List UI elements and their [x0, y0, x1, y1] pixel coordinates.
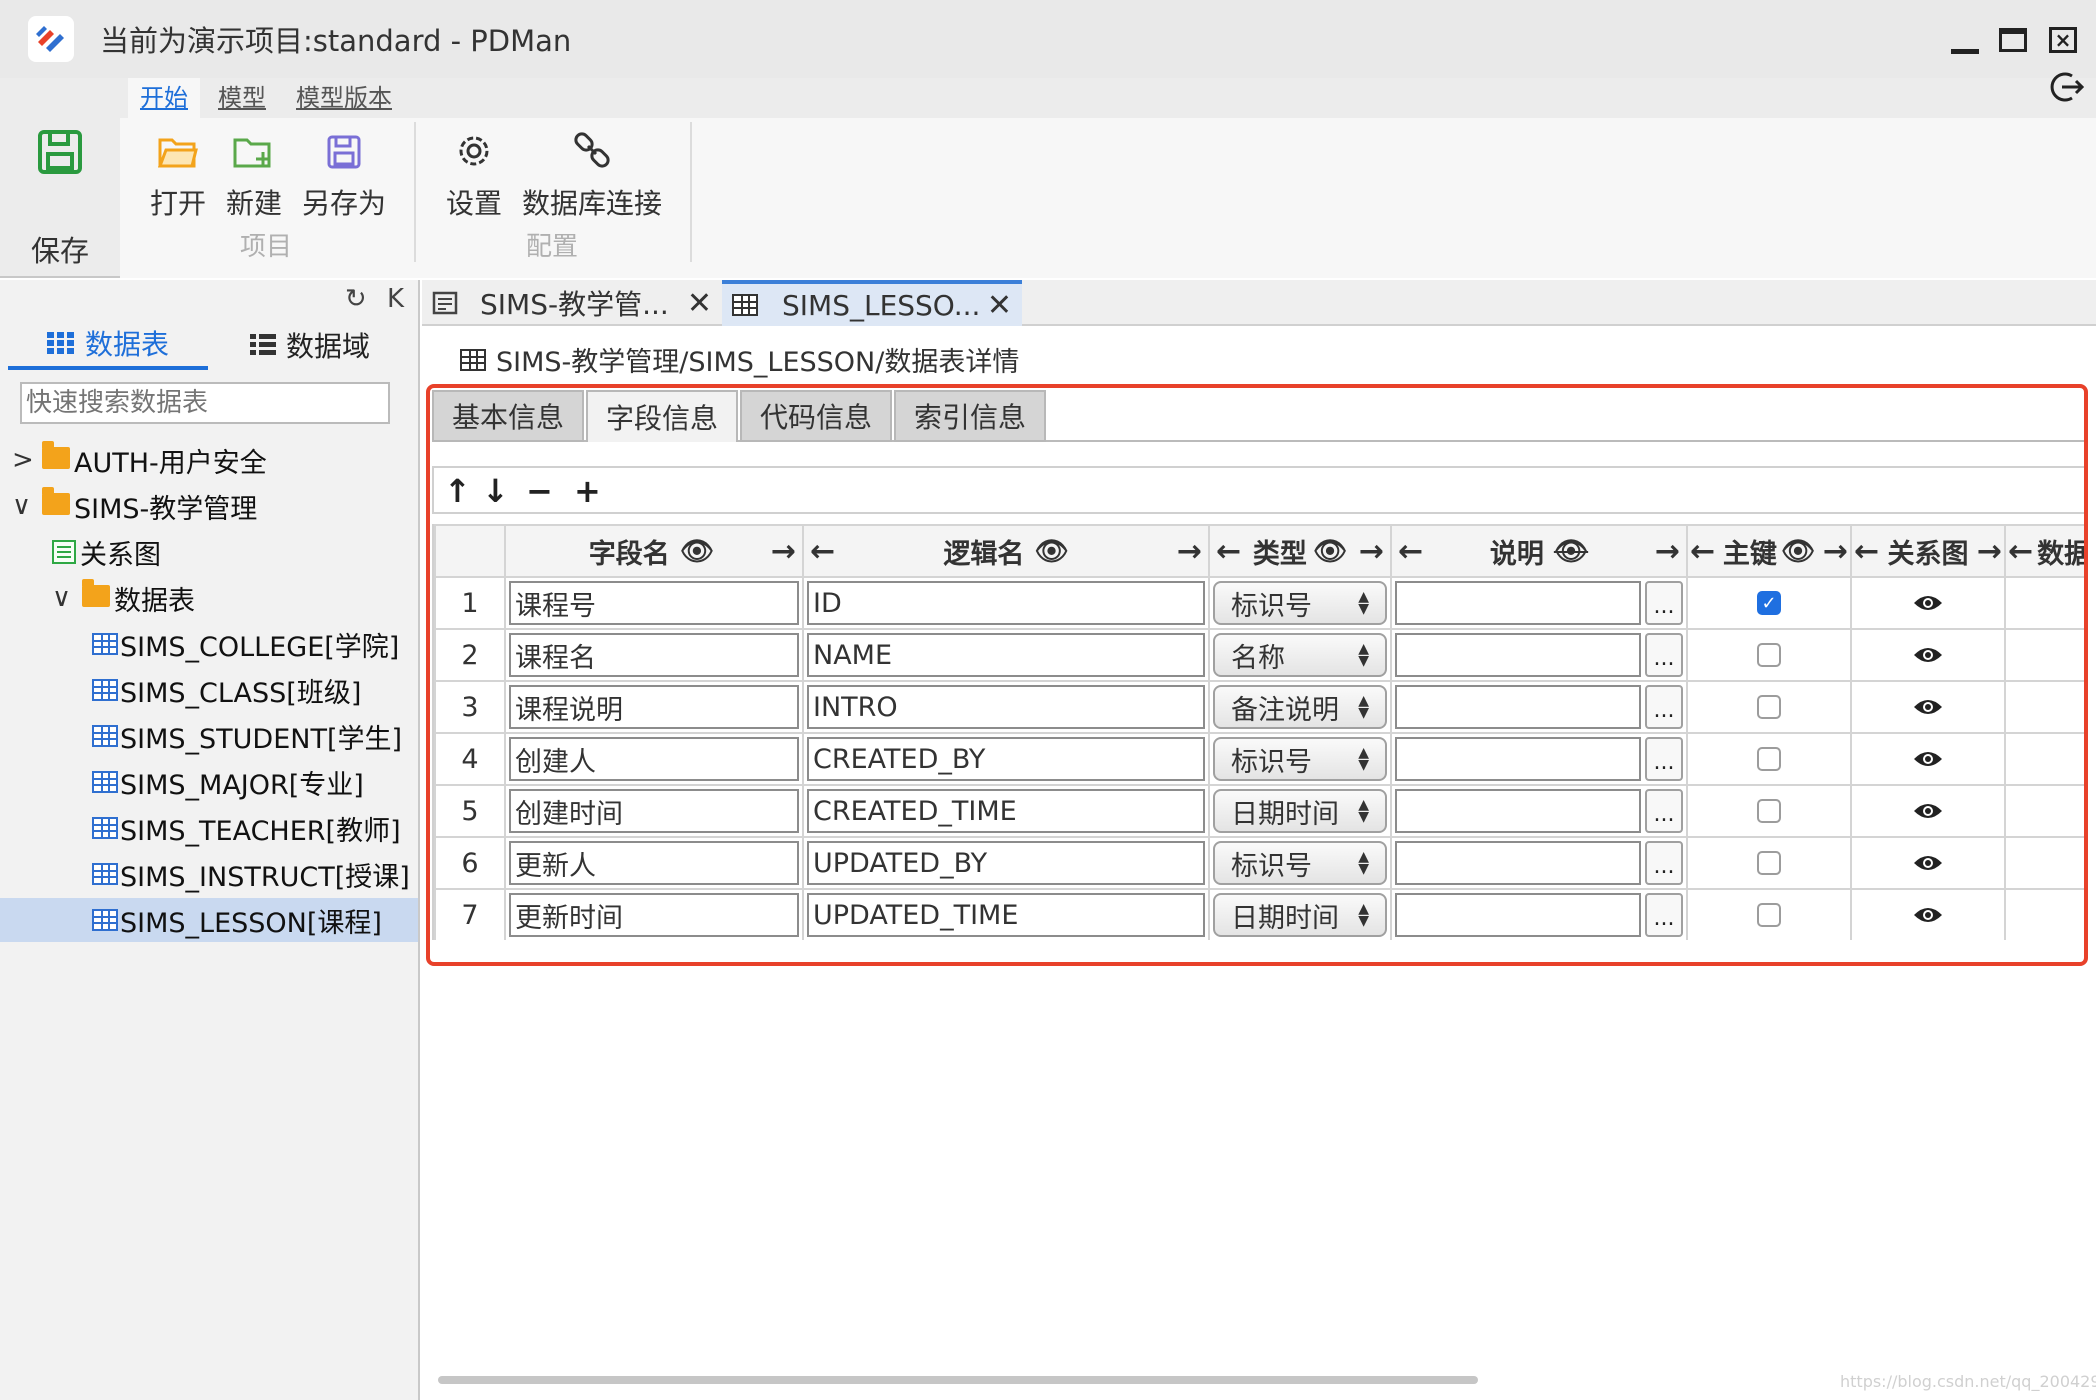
- open-label: 打开: [150, 187, 207, 220]
- db-connection-button[interactable]: 数据库连接: [522, 130, 662, 222]
- tree-table-item[interactable]: SIMS_COLLEGE[学院]: [92, 622, 399, 666]
- project-group-label: 项目: [240, 232, 293, 262]
- settings-button[interactable]: 设置: [446, 130, 502, 222]
- doc-tab-module-label: SIMS-教学管...: [480, 288, 669, 321]
- tree-table-item[interactable]: SIMS_TEACHER[教师]: [92, 806, 401, 850]
- tree-module-auth-label: AUTH-用户安全: [74, 447, 267, 479]
- sidebar-tools: ↻ K: [345, 284, 404, 314]
- new-label: 新建: [226, 187, 283, 220]
- doc-tab-lesson-label: SIMS_LESSO...: [782, 288, 981, 322]
- folder-add-icon: [233, 138, 271, 168]
- folder-open-icon: [158, 138, 198, 168]
- tree-tables-folder-label: 数据表: [114, 585, 195, 617]
- tree-table-label: SIMS_MAJOR[专业]: [120, 769, 364, 801]
- save-as-icon: [327, 135, 361, 169]
- tree-diagram[interactable]: 关系图: [52, 530, 161, 574]
- tree-module-auth[interactable]: > AUTH-用户安全: [12, 438, 267, 482]
- tree-table-item[interactable]: SIMS_MAJOR[专业]: [92, 760, 364, 804]
- tree-table-label: SIMS_LESSON[课程]: [120, 907, 382, 939]
- db-connection-label: 数据库连接: [522, 187, 663, 220]
- table-icon: [92, 725, 118, 747]
- title-bar: 当前为演示项目:standard - PDMan ×: [0, 0, 2096, 78]
- watermark: https://blog.csdn.net/qq_20042935: [1840, 1372, 2096, 1391]
- config-group-label: 配置: [526, 232, 579, 262]
- tree-table-item[interactable]: SIMS_INSTRUCT[授课]: [92, 852, 410, 896]
- doc-tab-module[interactable]: SIMS-教学管... ✕: [422, 280, 722, 326]
- diagram-icon: [52, 540, 76, 564]
- minimize-icon: [1951, 48, 1979, 54]
- maximize-button[interactable]: [1995, 22, 2031, 58]
- breadcrumb: SIMS-教学管理/SIMS_LESSON/数据表详情: [460, 340, 1019, 379]
- link-icon: [574, 132, 610, 168]
- tree-table-item[interactable]: SIMS_CLASS[班级]: [92, 668, 361, 712]
- list-icon: [250, 334, 276, 355]
- ribbon-tab-start[interactable]: 开始: [128, 78, 200, 118]
- tree-table-label: SIMS_CLASS[班级]: [120, 677, 362, 709]
- save-label: 保存: [30, 234, 89, 268]
- chevron-down-icon: ∨: [12, 491, 32, 521]
- logout-icon[interactable]: [2050, 70, 2084, 104]
- settings-label: 设置: [446, 187, 503, 220]
- ribbon: 开始 模型 模型版本 保存 打开 新建 另存为 项目 设置 数据库连接 配置: [0, 72, 2096, 278]
- collapse-icon[interactable]: K: [387, 284, 404, 314]
- close-icon: ×: [2049, 27, 2077, 53]
- minimize-button[interactable]: [1947, 22, 1983, 58]
- folder-icon: [82, 579, 110, 607]
- close-tab-icon[interactable]: ✕: [687, 286, 712, 321]
- tree-table-label: SIMS_INSTRUCT[授课]: [120, 861, 410, 893]
- save-button[interactable]: 保存: [0, 118, 120, 278]
- tree-module-sims-label: SIMS-教学管理: [74, 493, 258, 525]
- chevron-right-icon: >: [12, 445, 34, 475]
- document-tabs: SIMS-教学管... ✕ SIMS_LESSO... ✕: [422, 280, 2096, 326]
- pdman-logo-icon: [28, 16, 74, 62]
- ribbon-tab-model[interactable]: 模型: [206, 78, 278, 118]
- ribbon-tab-model-version[interactable]: 模型版本: [284, 78, 404, 118]
- ribbon-separator: [690, 122, 692, 262]
- table-icon: [92, 863, 118, 885]
- tree-table-item[interactable]: SIMS_STUDENT[学生]: [92, 714, 402, 758]
- tree-table-label: SIMS_TEACHER[教师]: [120, 815, 401, 847]
- tree-table-label: SIMS_STUDENT[学生]: [120, 723, 403, 755]
- ribbon-separator: [414, 122, 416, 262]
- gear-icon: [459, 136, 489, 166]
- sidebar-tab-tables[interactable]: 数据表: [8, 320, 208, 370]
- tree-tables-folder[interactable]: ∨ 数据表: [52, 576, 195, 620]
- maximize-icon: [1999, 28, 2027, 52]
- table-icon: [92, 817, 118, 839]
- window-title: 当前为演示项目:standard - PDMan: [100, 24, 572, 58]
- save-icon: [38, 130, 82, 174]
- breadcrumb-text: SIMS-教学管理/SIMS_LESSON/数据表详情: [496, 347, 1020, 378]
- sidebar-tab-domains[interactable]: 数据域: [250, 320, 400, 370]
- chevron-down-icon: ∨: [52, 583, 72, 613]
- grid-icon: [46, 332, 74, 354]
- module-icon: [432, 291, 458, 315]
- save-as-label: 另存为: [302, 187, 387, 220]
- sidebar-tab-tables-label: 数据表: [84, 328, 169, 361]
- save-as-button[interactable]: 另存为: [302, 130, 386, 222]
- close-window-button[interactable]: ×: [2045, 22, 2081, 58]
- new-button[interactable]: 新建: [226, 130, 282, 222]
- refresh-icon[interactable]: ↻: [345, 284, 367, 314]
- table-icon: [92, 679, 118, 701]
- tree-table-item-selected[interactable]: SIMS_LESSON[课程]: [0, 898, 418, 942]
- table-icon: [460, 348, 486, 371]
- folder-icon: [42, 441, 70, 469]
- close-tab-icon[interactable]: ✕: [987, 288, 1012, 323]
- sidebar-tab-domains-label: 数据域: [286, 330, 371, 363]
- horizontal-scrollbar[interactable]: [438, 1376, 1478, 1384]
- table-icon: [92, 633, 118, 655]
- tree-diagram-label: 关系图: [80, 539, 161, 571]
- tree-module-sims[interactable]: ∨ SIMS-教学管理: [12, 484, 257, 528]
- table-icon: [92, 771, 118, 793]
- doc-tab-lesson[interactable]: SIMS_LESSO... ✕: [722, 280, 1022, 326]
- tree-table-label: SIMS_COLLEGE[学院]: [120, 631, 400, 663]
- sidebar: ↻ K 数据表 数据域 > AUTH-用户安全 ∨ SIMS-教学管理 关系图 …: [0, 280, 420, 1400]
- highlight-annotation-box: [426, 384, 2088, 966]
- folder-icon: [42, 487, 70, 515]
- table-icon: [92, 909, 118, 931]
- table-search-input[interactable]: [20, 382, 390, 424]
- ribbon-body: 打开 新建 另存为 项目 设置 数据库连接 配置: [120, 118, 2096, 278]
- open-button[interactable]: 打开: [150, 130, 206, 222]
- table-icon: [732, 294, 758, 316]
